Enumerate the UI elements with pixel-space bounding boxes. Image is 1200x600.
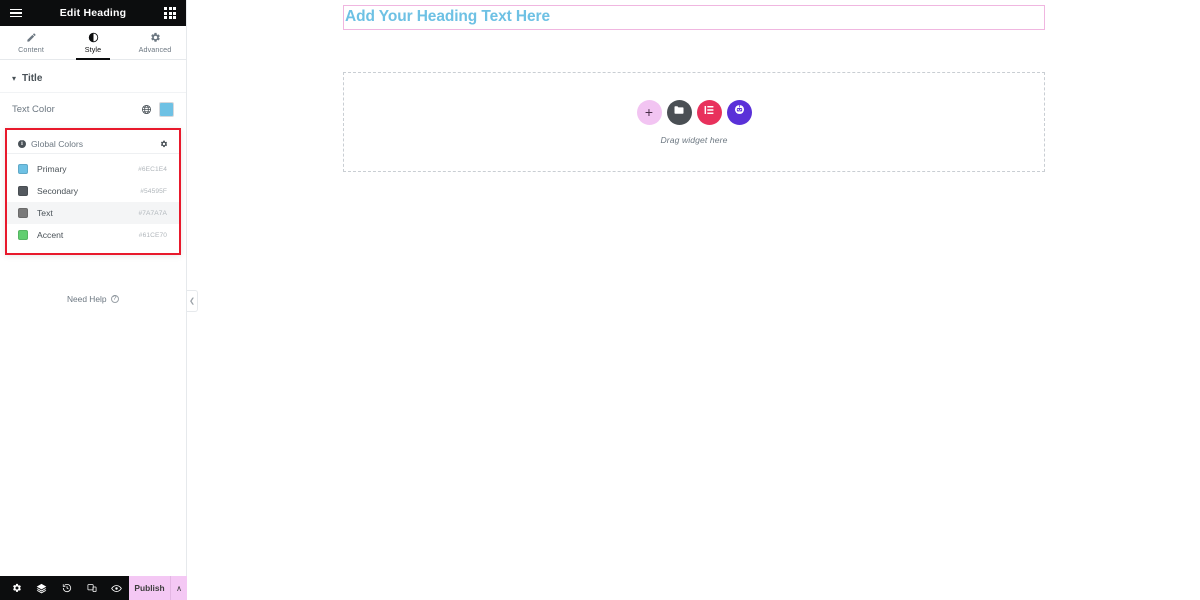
color-hex: #7A7A7A xyxy=(138,209,167,217)
add-template-button[interactable] xyxy=(666,99,692,125)
globe-icon[interactable] xyxy=(139,102,154,117)
contrast-circle-icon xyxy=(88,32,99,43)
color-name: Primary xyxy=(37,164,67,174)
elementor-library-button[interactable] xyxy=(696,99,722,125)
hamburger-menu-icon[interactable] xyxy=(8,5,24,21)
color-swatch xyxy=(18,164,28,174)
publish-options-chevron-icon[interactable]: ∧ xyxy=(170,576,187,600)
elementor-icon xyxy=(703,103,715,121)
settings-icon[interactable] xyxy=(4,576,29,600)
ai-robot-icon xyxy=(733,103,746,121)
tab-style[interactable]: Style xyxy=(62,26,124,60)
panel-tabs: Content Style Advanced xyxy=(0,26,186,60)
footer-icon-group xyxy=(0,576,129,600)
color-hex: #61CE70 xyxy=(138,231,167,239)
global-colors-title: Global Colors xyxy=(31,138,84,149)
pencil-icon xyxy=(26,32,37,43)
ai-builder-button[interactable] xyxy=(726,99,752,125)
heading-widget[interactable]: Add Your Heading Text Here xyxy=(343,5,1045,30)
global-colors-list: Primary #6EC1E4 Secondary #54595F Text #… xyxy=(7,154,179,253)
tab-content-label: Content xyxy=(18,44,44,54)
panel-header: Edit Heading xyxy=(0,0,186,26)
tab-content[interactable]: Content xyxy=(0,26,62,59)
color-hex: #6EC1E4 xyxy=(138,165,167,173)
color-name: Accent xyxy=(37,230,64,240)
text-color-swatch[interactable] xyxy=(159,102,174,117)
history-icon[interactable] xyxy=(54,576,79,600)
color-swatch xyxy=(18,208,28,218)
text-color-control: Text Color xyxy=(0,93,186,124)
need-help-label: Need Help xyxy=(66,294,107,304)
color-hex: #54595F xyxy=(140,187,167,195)
gear-icon xyxy=(150,32,161,43)
tab-advanced-label: Advanced xyxy=(138,44,172,54)
tab-advanced[interactable]: Advanced xyxy=(124,26,186,59)
chevron-left-icon: ❮ xyxy=(189,298,195,305)
tab-style-label: Style xyxy=(84,44,102,54)
responsive-mode-icon[interactable] xyxy=(79,576,104,600)
layers-navigator-icon[interactable] xyxy=(29,576,54,600)
global-color-item-accent[interactable]: Accent #61CE70 xyxy=(7,224,179,246)
color-name: Secondary xyxy=(37,186,79,196)
add-element-button[interactable]: + xyxy=(636,99,662,125)
need-help-link[interactable]: Need Help ? xyxy=(0,294,186,304)
section-title-label: Title xyxy=(22,73,43,84)
preview-eye-icon[interactable] xyxy=(104,576,129,600)
panel-collapse-handle[interactable]: ❮ xyxy=(187,290,198,312)
global-color-item-secondary[interactable]: Secondary #54595F xyxy=(7,180,179,202)
info-icon: i xyxy=(18,139,26,148)
elementor-editor: Edit Heading Content Style Advanced ▾ Ti… xyxy=(0,0,1200,600)
color-swatch xyxy=(18,186,28,196)
chevron-down-icon: ▾ xyxy=(12,73,17,83)
global-colors-header: i Global Colors xyxy=(7,134,179,154)
grid-apps-icon[interactable] xyxy=(162,5,178,21)
global-colors-popover: i Global Colors Primary #6EC1E4 Secondar… xyxy=(5,128,181,255)
global-colors-title-group: i Global Colors xyxy=(18,139,83,149)
panel-footer: Publish ∧ xyxy=(0,576,187,600)
section-title[interactable]: ▾ Title xyxy=(0,65,186,93)
color-swatch xyxy=(18,230,28,240)
folder-icon xyxy=(673,103,685,121)
text-color-inputs xyxy=(139,102,174,117)
question-circle-icon: ? xyxy=(110,294,120,304)
text-color-label: Text Color xyxy=(12,104,55,115)
dropzone-button-group: + xyxy=(636,99,752,125)
global-color-item-text[interactable]: Text #7A7A7A xyxy=(7,202,179,224)
dropzone-caption: Drag widget here xyxy=(660,134,728,145)
editor-canvas: Add Your Heading Text Here + Drag widget… xyxy=(187,0,1200,600)
global-colors-settings-gear-icon[interactable] xyxy=(160,140,168,148)
heading-text: Add Your Heading Text Here xyxy=(345,8,550,25)
panel-title: Edit Heading xyxy=(59,7,127,19)
color-name: Text xyxy=(37,208,53,218)
widget-dropzone[interactable]: + Drag widget here xyxy=(343,72,1045,172)
editor-panel: Edit Heading Content Style Advanced ▾ Ti… xyxy=(0,0,187,600)
publish-button[interactable]: Publish xyxy=(129,576,171,600)
global-color-item-primary[interactable]: Primary #6EC1E4 xyxy=(7,158,179,180)
